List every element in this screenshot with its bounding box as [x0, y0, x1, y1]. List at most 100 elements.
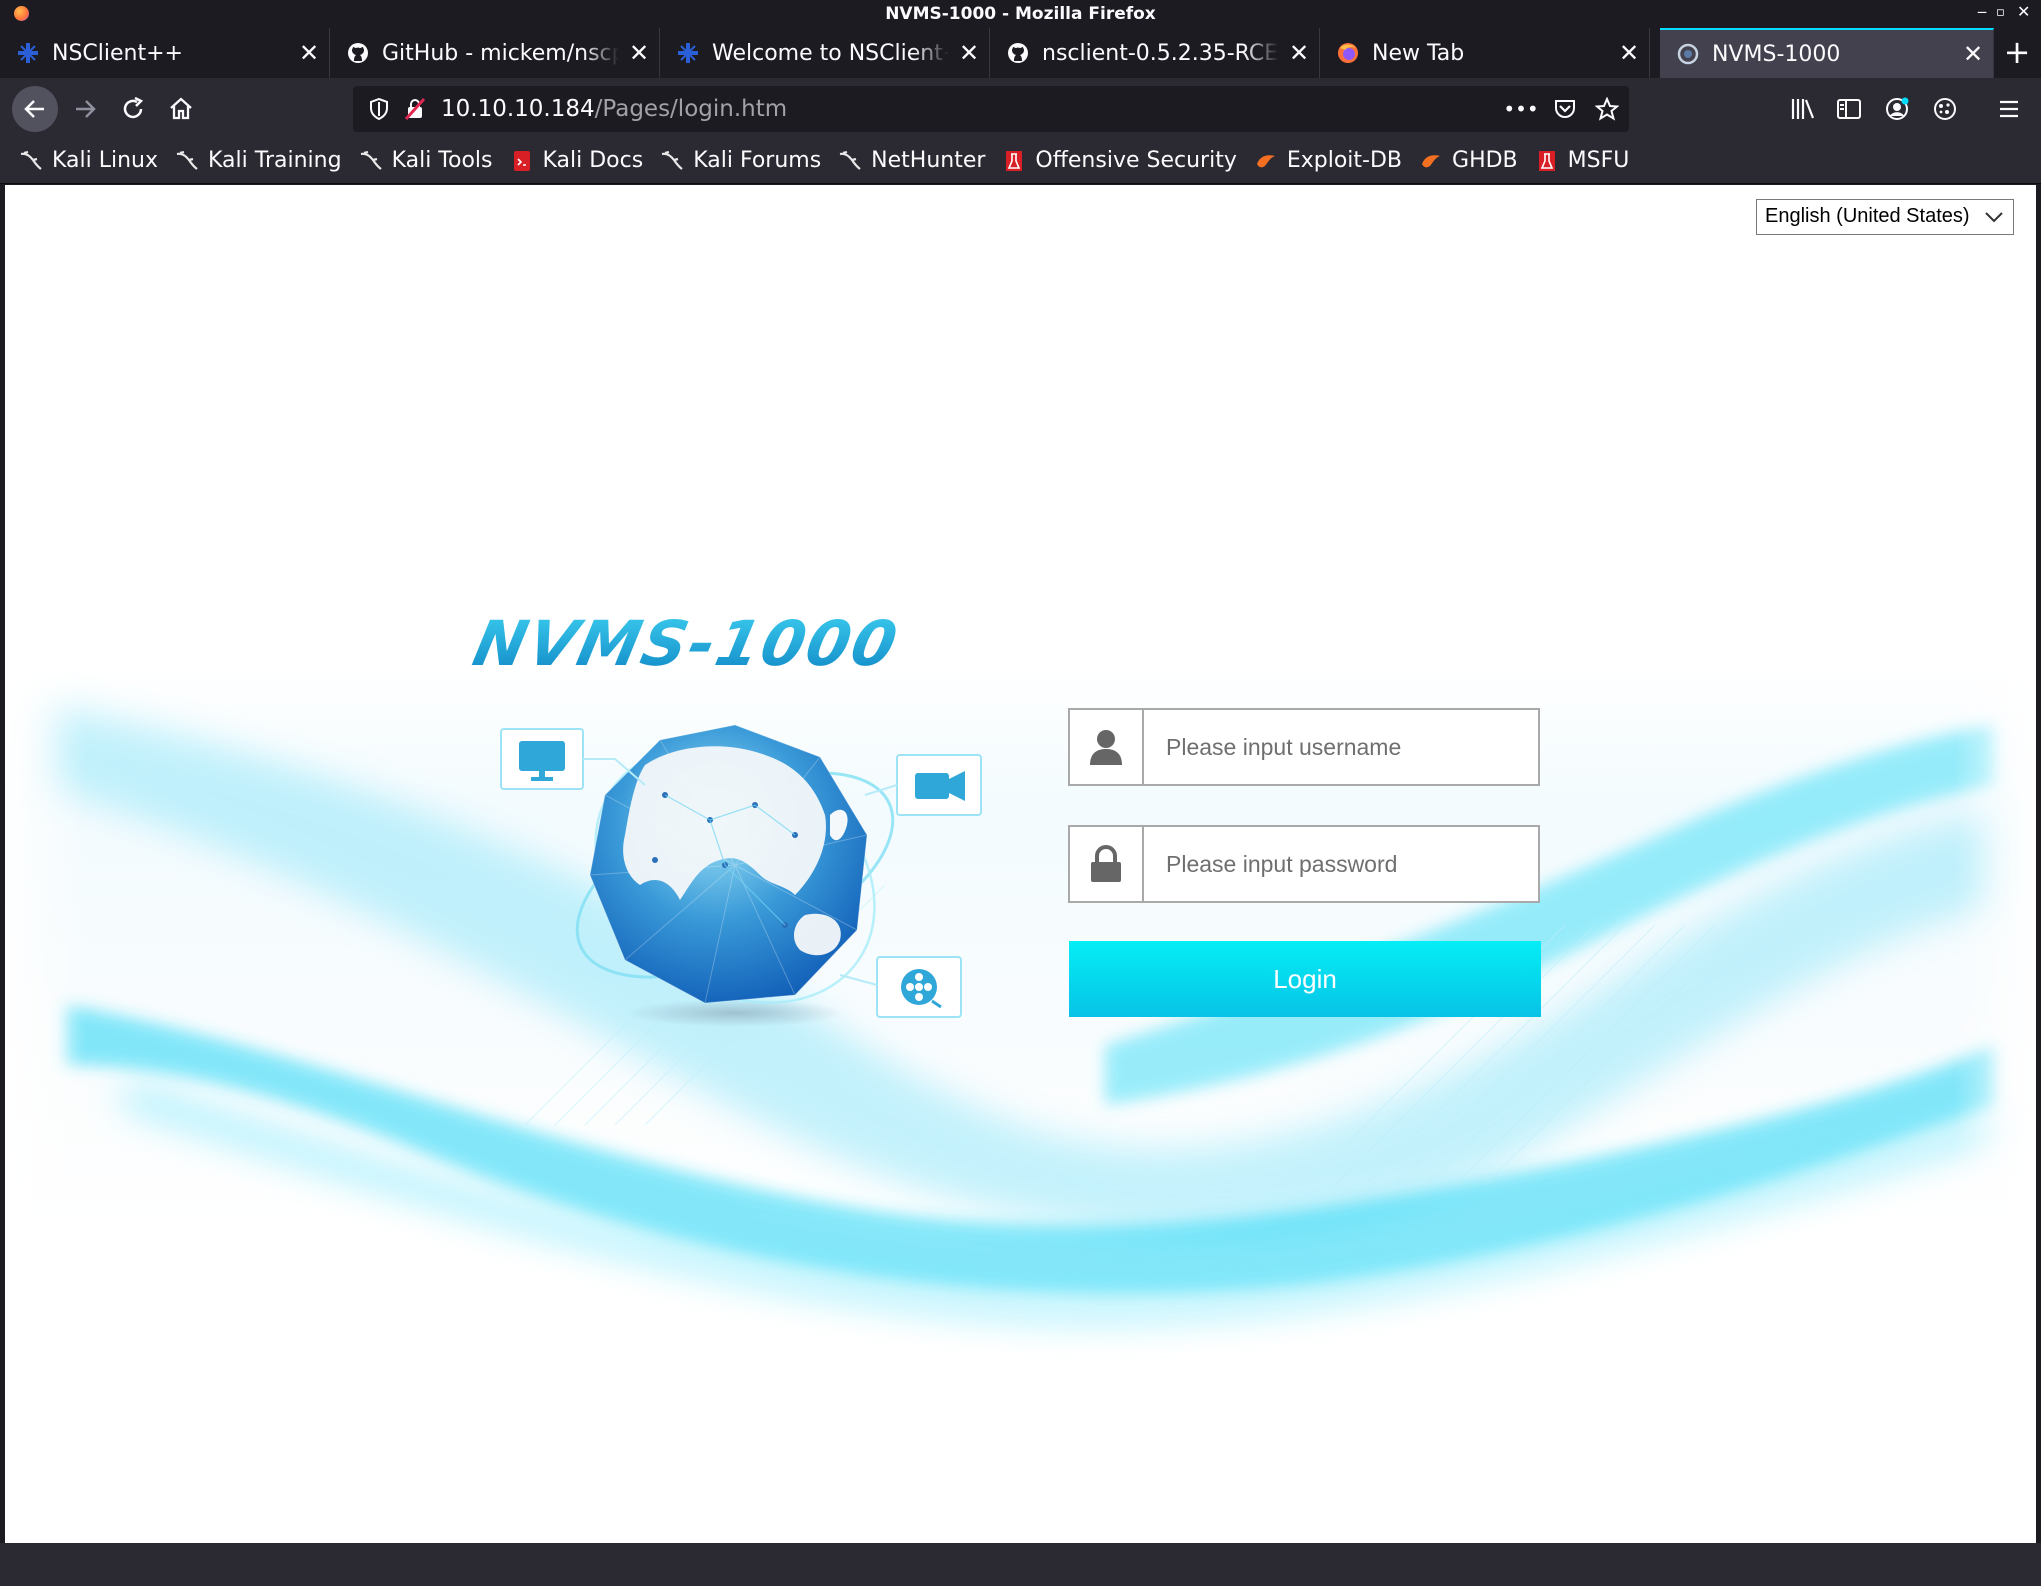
reload-button[interactable]	[110, 86, 156, 132]
kali-dragon-icon	[360, 150, 382, 172]
window-titlebar: NVMS-1000 - Mozilla Firefox ‒ ▫ ✕	[0, 0, 2041, 28]
arrow-left-icon	[24, 100, 44, 118]
firefox-icon	[1336, 41, 1360, 65]
bookmark-kali-forums[interactable]: Kali Forums	[661, 148, 821, 173]
kali-dragon-icon	[176, 150, 198, 172]
minimize-icon[interactable]: ‒	[1977, 2, 1987, 21]
bookmark-kali-linux[interactable]: Kali Linux	[20, 148, 158, 173]
bookmark-label: Offensive Security	[1035, 148, 1237, 173]
home-button[interactable]	[158, 86, 204, 132]
bookmark-label: Exploit-DB	[1286, 148, 1403, 173]
pocket-icon[interactable]	[1553, 97, 1577, 121]
github-icon	[346, 41, 370, 65]
account-icon	[1886, 97, 1909, 120]
tab-nsclient[interactable]: NSClient++ ✕	[0, 28, 330, 78]
tab-close-icon[interactable]: ✕	[949, 39, 989, 67]
forward-button[interactable]	[62, 86, 108, 132]
login-button[interactable]: Login	[1069, 941, 1541, 1017]
password-input[interactable]	[1146, 827, 1538, 901]
nsclient-icon	[16, 41, 40, 65]
language-select[interactable]: English (United States)	[1756, 199, 2014, 235]
nvms-icon	[1676, 42, 1700, 66]
sidebar-button[interactable]	[1826, 86, 1872, 132]
nvms-logo: NVMS-1000	[467, 607, 906, 680]
bookmark-offensive-security[interactable]: Offensive Security	[1003, 148, 1237, 173]
reload-icon	[123, 96, 144, 119]
chevron-down-icon	[1985, 212, 2003, 223]
username-input[interactable]	[1146, 710, 1538, 784]
bookmark-label: Kali Tools	[391, 148, 493, 173]
home-icon	[170, 97, 192, 120]
library-icon	[1791, 99, 1815, 119]
bookmark-label: Kali Linux	[52, 148, 159, 173]
page-actions-icon[interactable]: •••	[1503, 97, 1538, 121]
tab-label: New Tab	[1372, 40, 1465, 66]
tab-strip: NSClient++ ✕ GitHub - mickem/nscp: N ✕ W…	[0, 28, 2041, 78]
tab-label: GitHub - mickem/nscp: N	[382, 40, 619, 66]
exploitdb-icon	[1420, 150, 1442, 172]
kali-dragon-icon	[839, 150, 861, 172]
bookmark-msfu[interactable]: MSFU	[1536, 148, 1629, 173]
hero-wave-background	[5, 485, 2036, 1385]
bookmark-kali-tools[interactable]: Kali Tools	[360, 148, 493, 173]
lock-icon	[1070, 827, 1144, 901]
nsclient-icon	[676, 41, 700, 65]
language-value: English (United States)	[1765, 205, 1970, 227]
shield-icon[interactable]	[367, 97, 391, 121]
bookmark-label: Kali Docs	[542, 148, 644, 173]
kali-dragon-icon	[661, 150, 683, 172]
tab-label: NVMS-1000	[1712, 41, 1841, 67]
new-tab-button[interactable]: +	[1994, 28, 2040, 78]
exploitdb-icon	[1255, 150, 1277, 172]
offsec-icon	[1003, 150, 1025, 172]
github-icon	[1006, 41, 1030, 65]
tab-close-icon[interactable]: ✕	[619, 39, 659, 67]
kali-dragon-icon	[20, 150, 42, 172]
hamburger-icon	[2000, 100, 2018, 118]
tab-close-icon[interactable]: ✕	[1609, 39, 1649, 67]
window-bottom-bar	[0, 1543, 2041, 1586]
sidebar-icon	[1837, 99, 1861, 119]
window-close-icon[interactable]: ✕	[2017, 2, 2030, 21]
tab-label: NSClient++	[52, 40, 183, 66]
library-button[interactable]	[1780, 86, 1826, 132]
tab-nsclient-rce[interactable]: nsclient-0.5.2.35-RCE-e ✕	[990, 28, 1320, 78]
url-bar[interactable]: 10.10.10.184/Pages/login.htm •••	[353, 86, 1629, 132]
bookmark-kali-training[interactable]: Kali Training	[176, 148, 342, 173]
tab-label: Welcome to NSClient++	[712, 40, 949, 66]
account-button[interactable]	[1874, 86, 1920, 132]
maximize-icon[interactable]: ▫	[1996, 5, 2005, 20]
bookmark-label: NetHunter	[871, 148, 986, 173]
bookmark-exploit-db[interactable]: Exploit-DB	[1255, 148, 1402, 173]
back-button[interactable]	[12, 86, 58, 132]
tab-new-tab[interactable]: New Tab ✕	[1320, 28, 1650, 78]
bookmark-kali-docs[interactable]: Kali Docs	[511, 148, 644, 173]
star-icon[interactable]	[1595, 97, 1619, 121]
tab-label: nsclient-0.5.2.35-RCE-e	[1042, 40, 1279, 66]
tab-github-nscp[interactable]: GitHub - mickem/nscp: N ✕	[330, 28, 660, 78]
tab-welcome-nsclient[interactable]: Welcome to NSClient++ ✕	[660, 28, 990, 78]
url-text[interactable]: 10.10.10.184/Pages/login.htm	[441, 96, 787, 122]
tab-close-icon[interactable]: ✕	[1279, 39, 1319, 67]
kali-docs-icon	[511, 150, 533, 172]
username-field	[1068, 708, 1540, 786]
bookmark-label: GHDB	[1452, 148, 1518, 173]
bookmark-label: Kali Forums	[693, 148, 822, 173]
menu-button[interactable]	[1986, 86, 2032, 132]
offsec-icon	[1536, 150, 1558, 172]
password-field	[1068, 825, 1540, 903]
insecure-lock-icon[interactable]	[403, 97, 427, 121]
tab-nvms-1000[interactable]: NVMS-1000 ✕	[1660, 28, 1994, 78]
tab-close-icon[interactable]: ✕	[289, 39, 329, 67]
url-host: 10.10.10.184	[441, 96, 595, 122]
cookie-icon	[1934, 98, 1956, 120]
bookmark-ghdb[interactable]: GHDB	[1420, 148, 1518, 173]
bookmark-label: Kali Training	[208, 148, 342, 173]
arrow-right-icon	[76, 100, 96, 118]
user-icon	[1070, 710, 1144, 784]
window-title: NVMS-1000 - Mozilla Firefox	[885, 4, 1156, 24]
tab-close-icon[interactable]: ✕	[1953, 40, 1993, 68]
extension-button[interactable]	[1922, 86, 1968, 132]
navigation-toolbar: 10.10.10.184/Pages/login.htm •••	[0, 78, 2041, 138]
bookmark-nethunter[interactable]: NetHunter	[839, 148, 985, 173]
